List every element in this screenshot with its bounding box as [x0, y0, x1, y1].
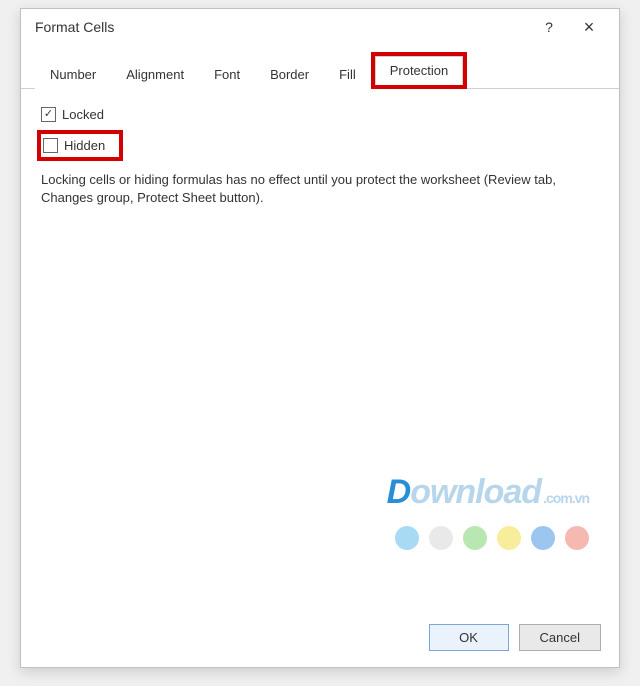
description-text: Locking cells or hiding formulas has no …	[41, 171, 599, 207]
tab-font[interactable]: Font	[199, 60, 255, 89]
titlebar: Format Cells ? ×	[21, 9, 619, 45]
tab-border[interactable]: Border	[255, 60, 324, 89]
dialog-footer: OK Cancel	[21, 612, 619, 667]
close-button[interactable]: ×	[569, 13, 609, 41]
format-cells-dialog: Format Cells ? × Number Alignment Font B…	[20, 8, 620, 668]
color-dot	[531, 526, 555, 550]
close-icon: ×	[584, 17, 595, 38]
watermark: Download.com.vn	[387, 473, 589, 512]
hidden-checkbox[interactable]	[43, 138, 58, 153]
locked-checkbox[interactable]	[41, 107, 56, 122]
tab-fill[interactable]: Fill	[324, 60, 371, 89]
watermark-suffix: .com.vn	[543, 490, 589, 506]
color-dot	[429, 526, 453, 550]
tabs-row: Number Alignment Font Border Fill Protec…	[21, 45, 619, 89]
tab-content: Locked Hidden Locking cells or hiding fo…	[21, 89, 619, 612]
cancel-button[interactable]: Cancel	[519, 624, 601, 651]
dialog-title: Format Cells	[35, 19, 529, 35]
highlight-hidden-row: Hidden	[37, 130, 123, 161]
locked-label: Locked	[62, 107, 104, 122]
color-dot	[463, 526, 487, 550]
watermark-rest: ownload	[410, 473, 541, 511]
color-dot	[395, 526, 419, 550]
tab-number[interactable]: Number	[35, 60, 111, 89]
tab-alignment[interactable]: Alignment	[111, 60, 199, 89]
help-icon: ?	[545, 19, 553, 35]
help-button[interactable]: ?	[529, 13, 569, 41]
tab-protection[interactable]: Protection	[375, 56, 464, 85]
color-dot	[497, 526, 521, 550]
ok-button[interactable]: OK	[429, 624, 509, 651]
hidden-row: Hidden	[43, 136, 105, 155]
color-dot	[565, 526, 589, 550]
locked-row: Locked	[41, 105, 599, 124]
highlight-protection-tab: Protection	[371, 52, 468, 89]
hidden-label: Hidden	[64, 138, 105, 153]
color-dots	[395, 526, 589, 550]
watermark-text: Download.com.vn	[387, 473, 589, 511]
watermark-prefix: D	[387, 473, 411, 511]
